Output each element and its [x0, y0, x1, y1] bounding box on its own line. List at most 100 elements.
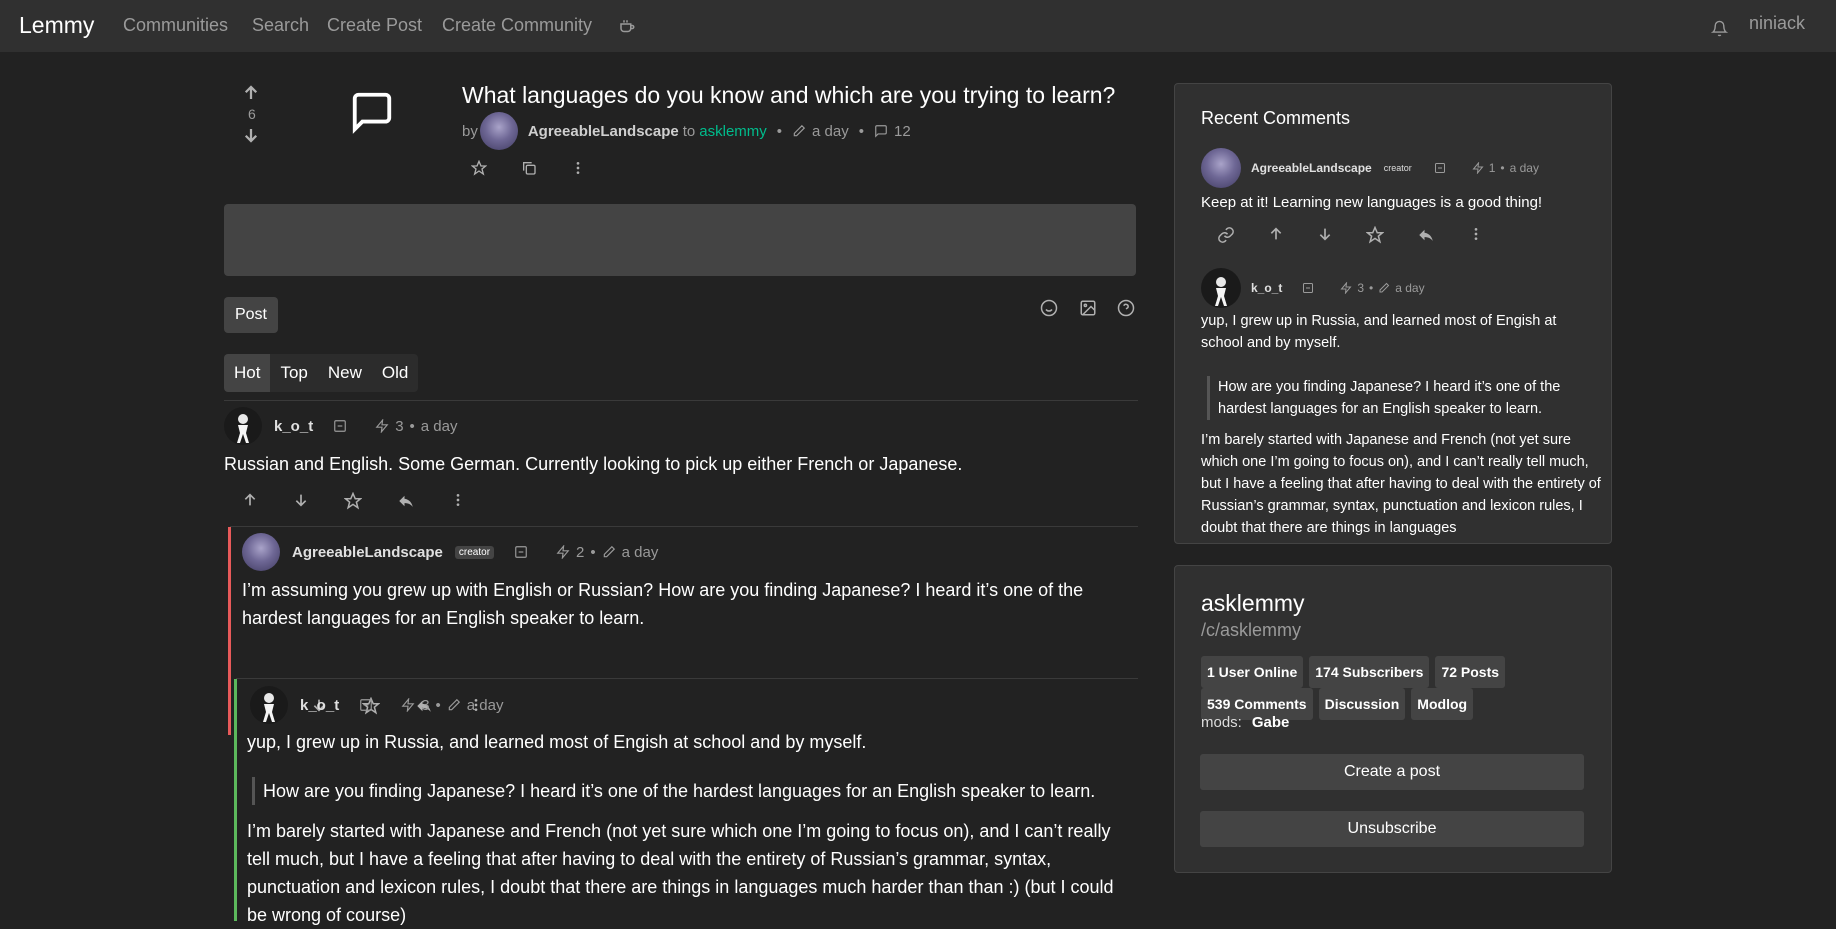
recent-comment-body: yup, I grew up in Russia, and learned mo…: [1201, 313, 1557, 351]
recent-comment-actions: [1217, 226, 1484, 244]
separator-dot: •: [1500, 161, 1505, 175]
thread-line: [228, 527, 231, 735]
category-badge[interactable]: Discussion: [1318, 688, 1406, 720]
comment-body: yup, I grew up in Russia, and learned mo…: [247, 732, 867, 752]
comment-body: I’m assuming you grew up with English or…: [242, 580, 1084, 628]
comment-author[interactable]: k_o_t: [300, 697, 339, 714]
save-star-icon[interactable]: [471, 160, 487, 176]
comment-score: 1: [1488, 161, 1496, 175]
author-avatar: [250, 686, 288, 724]
post-community-link[interactable]: asklemmy: [699, 123, 767, 140]
comment-score: 3: [421, 696, 430, 714]
comment-actions: [242, 492, 466, 510]
downvote-icon[interactable]: [293, 492, 309, 510]
notifications-bell-icon[interactable]: [1711, 19, 1728, 38]
collapse-icon[interactable]: [359, 698, 373, 712]
comment-header: AgreeableLandscape creator 2 • a day: [242, 533, 658, 571]
community-path: /c/asklemmy: [1201, 620, 1302, 640]
post-title[interactable]: What languages do you know and which are…: [462, 82, 1115, 109]
divider: [224, 400, 1138, 401]
save-star-icon[interactable]: [344, 492, 362, 510]
thread-line: [234, 679, 237, 921]
recent-comment-author[interactable]: k_o_t: [1251, 281, 1282, 295]
more-options-icon[interactable]: [450, 492, 466, 510]
post-to-label: to: [682, 122, 696, 140]
sort-old[interactable]: Old: [371, 354, 419, 392]
post-comment-count[interactable]: 12: [894, 123, 911, 140]
community-mods: mods: Gabe: [1201, 714, 1289, 731]
save-star-icon[interactable]: [1366, 226, 1384, 244]
recent-comment-header: k_o_t 3 • a day: [1201, 268, 1425, 308]
divider: [230, 526, 1138, 527]
create-post-button[interactable]: Create a post: [1200, 754, 1584, 790]
recent-comment-header: AgreeableLandscape creator 1 • a day: [1201, 148, 1539, 188]
edited-pencil-icon: [792, 124, 806, 138]
author-avatar: [479, 112, 518, 150]
separator-dot: •: [1369, 281, 1374, 295]
comment-header: k_o_t 3 • a day: [224, 407, 458, 445]
creator-badge: creator: [454, 545, 495, 559]
link-icon[interactable]: [1217, 226, 1235, 244]
comment-textarea[interactable]: [224, 204, 1136, 276]
formatting-help-icon[interactable]: [1117, 299, 1135, 317]
upvote-icon[interactable]: [1268, 226, 1284, 244]
nav-search[interactable]: Search: [252, 15, 309, 36]
collapse-icon[interactable]: [514, 545, 528, 559]
modlog-link[interactable]: Modlog: [1411, 688, 1474, 720]
recent-comments-card: Recent Comments AgreeableLandscape creat…: [1174, 83, 1612, 544]
nav-create-community[interactable]: Create Community: [442, 15, 592, 36]
coffee-icon[interactable]: [618, 18, 636, 36]
post-comment-button[interactable]: Post: [224, 297, 278, 333]
post-by-label: by: [462, 122, 478, 140]
comment-author[interactable]: k_o_t: [274, 418, 313, 435]
comment-score: 2: [576, 543, 585, 561]
stat-posts: 72 Posts: [1435, 656, 1506, 688]
collapse-icon[interactable]: [333, 419, 347, 433]
upvote-icon[interactable]: [242, 492, 258, 510]
comment-score: 3: [1357, 281, 1365, 295]
comment-header: k_o_t 3 • a day: [250, 686, 504, 724]
more-options-icon[interactable]: [570, 160, 586, 176]
comment-body-continued: I’m barely started with Japanese and Fre…: [247, 821, 1114, 925]
nav-communities[interactable]: Communities: [123, 15, 228, 36]
post-author-link[interactable]: AgreeableLandscape: [528, 123, 679, 140]
brand-logo[interactable]: Lemmy: [19, 12, 94, 39]
recent-comment-body: Keep at it! Learning new languages is a …: [1201, 194, 1543, 211]
user-menu[interactable]: niniack: [1749, 13, 1805, 34]
post-score: 6: [248, 106, 256, 122]
sort-hot[interactable]: Hot: [224, 354, 271, 392]
reply-icon[interactable]: [1417, 226, 1435, 244]
score-bolt-icon: [1472, 162, 1484, 174]
post-thumbnail-message-icon[interactable]: [349, 89, 395, 135]
downvote-icon[interactable]: [1317, 226, 1333, 244]
emoji-picker-icon[interactable]: [1040, 299, 1058, 317]
sort-top[interactable]: Top: [270, 354, 318, 392]
comment-time: a day: [621, 543, 659, 561]
upvote-icon[interactable]: [242, 84, 260, 102]
recent-comment-blockquote: How are you finding Japanese? I heard it…: [1207, 376, 1587, 420]
downvote-icon[interactable]: [242, 126, 260, 144]
community-name[interactable]: asklemmy: [1201, 590, 1305, 617]
score-bolt-icon: [1340, 282, 1352, 294]
mod-link[interactable]: Gabe: [1252, 714, 1290, 731]
community-stats: 1 User Online 174 Subscribers 72 Posts 539…: [1201, 656, 1601, 720]
comment-blockquote: How are you finding Japanese? I heard it…: [252, 777, 1138, 805]
sort-new[interactable]: New: [317, 354, 372, 392]
author-avatar: [1201, 268, 1241, 308]
collapse-icon[interactable]: [1302, 282, 1314, 294]
stat-subscribers: 174 Subscribers: [1309, 656, 1430, 688]
recent-comment-author[interactable]: AgreeableLandscape: [1251, 161, 1372, 175]
collapse-icon[interactable]: [1434, 162, 1446, 174]
comment-author[interactable]: AgreeableLandscape: [292, 544, 443, 561]
more-options-icon[interactable]: [1468, 226, 1484, 244]
upload-image-icon[interactable]: [1079, 299, 1097, 317]
author-avatar: [1201, 148, 1241, 188]
recent-comments-title: Recent Comments: [1201, 108, 1351, 128]
recent-comment-body-continued: I’m barely started with Japanese and Fre…: [1201, 432, 1601, 536]
comments-icon: [874, 124, 888, 138]
cross-post-icon[interactable]: [521, 160, 537, 176]
separator-dot: •: [435, 696, 441, 714]
nav-create-post[interactable]: Create Post: [327, 15, 422, 36]
unsubscribe-button[interactable]: Unsubscribe: [1200, 811, 1584, 847]
reply-icon[interactable]: [397, 492, 415, 510]
